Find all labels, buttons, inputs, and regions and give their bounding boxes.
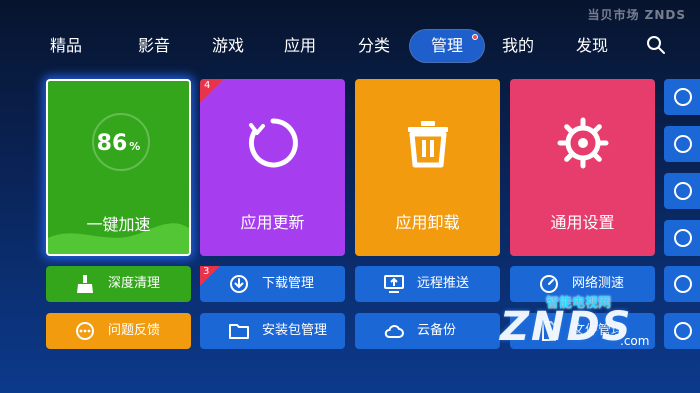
download-icon	[230, 275, 248, 293]
general-settings-tile[interactable]: 通用设置	[510, 79, 655, 256]
gear-icon	[557, 117, 609, 169]
feedback-label: 问题反馈	[108, 323, 161, 338]
package-manager-button[interactable]: 安装包管理	[200, 313, 345, 349]
screen-push-icon	[384, 275, 404, 293]
round-icon	[674, 88, 692, 106]
folder-icon	[229, 324, 249, 339]
app-uninstall-tile[interactable]: 应用卸载	[355, 79, 500, 256]
brand-watermark: 当贝市场 ZNDS	[587, 8, 686, 22]
download-badge-count: 3	[203, 266, 210, 277]
deep-clean-label: 深度清理	[108, 276, 161, 291]
znds-watermark: 智能电视网 ZNDS .com	[500, 296, 650, 350]
tab-media[interactable]: 影音	[134, 30, 174, 62]
cloud-backup-label: 云备份	[417, 323, 457, 338]
right-item-3[interactable]	[664, 173, 700, 209]
trash-icon	[408, 121, 448, 168]
general-settings-label: 通用设置	[550, 213, 615, 232]
round-icon	[674, 229, 692, 247]
download-manager-label: 下载管理	[262, 276, 315, 291]
deep-clean-button[interactable]: 深度清理	[46, 266, 191, 302]
right-item-6[interactable]	[664, 313, 700, 349]
right-item-4[interactable]	[664, 220, 700, 256]
top-nav: 精品 影音 游戏 应用 分类 管理 我的 发现	[46, 30, 700, 62]
update-badge-count: 4	[204, 80, 211, 91]
memory-percent: 86%	[96, 131, 141, 156]
app-update-label: 应用更新	[240, 213, 305, 232]
broom-icon	[77, 275, 93, 293]
tab-games[interactable]: 游戏	[208, 30, 248, 62]
right-item-2[interactable]	[664, 126, 700, 162]
package-manager-label: 安装包管理	[262, 323, 328, 338]
round-icon	[674, 275, 692, 293]
round-icon	[674, 135, 692, 153]
speedometer-icon	[540, 275, 558, 293]
notification-dot	[472, 34, 478, 40]
search-icon[interactable]	[646, 35, 666, 55]
cloud-icon	[384, 324, 404, 338]
tab-manage-label: 管理	[430, 36, 463, 55]
tab-mine[interactable]: 我的	[498, 30, 538, 62]
right-item-1[interactable]	[664, 79, 700, 115]
tab-apps[interactable]: 应用	[280, 30, 320, 62]
download-manager-button[interactable]: 3 下载管理	[200, 266, 345, 302]
app-uninstall-label: 应用卸载	[395, 213, 460, 232]
speedup-label: 一键加速	[86, 215, 151, 234]
round-icon	[674, 322, 692, 340]
feedback-button[interactable]: 问题反馈	[46, 313, 191, 349]
tab-discover[interactable]: 发现	[572, 30, 612, 62]
refresh-icon	[248, 118, 298, 168]
remote-push-label: 远程推送	[417, 276, 470, 291]
cloud-backup-button[interactable]: 云备份	[355, 313, 500, 349]
round-icon	[674, 182, 692, 200]
tab-categories[interactable]: 分类	[354, 30, 394, 62]
right-item-5[interactable]	[664, 266, 700, 302]
tab-featured[interactable]: 精品	[46, 30, 86, 62]
remote-push-button[interactable]: 远程推送	[355, 266, 500, 302]
tab-manage[interactable]: 管理	[410, 30, 484, 62]
app-update-tile[interactable]: 4 应用更新	[200, 79, 345, 256]
more-dots-icon	[76, 322, 94, 340]
speedup-tile[interactable]: 86% 一键加速	[46, 79, 191, 256]
